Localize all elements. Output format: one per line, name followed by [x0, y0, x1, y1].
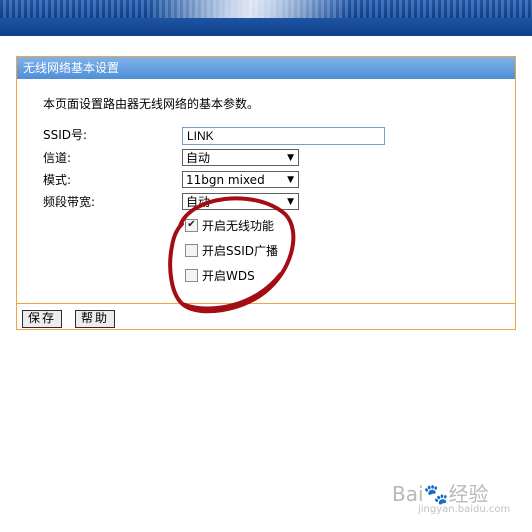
ssid-input[interactable]: LINK	[182, 127, 385, 145]
header-banner	[0, 0, 532, 36]
chevron-down-icon: ▼	[287, 153, 294, 163]
channel-row: 信道:	[43, 148, 163, 168]
channel-select[interactable]: 自动 ▼	[182, 149, 299, 166]
chevron-down-icon: ▼	[287, 175, 294, 185]
wds-row[interactable]: 开启WDS	[185, 267, 255, 285]
enable-wireless-checkbox[interactable]: ✔	[185, 219, 198, 232]
ssid-broadcast-label: 开启SSID广播	[202, 244, 279, 258]
wds-label: 开启WDS	[202, 269, 255, 283]
paw-icon: 🐾	[423, 482, 449, 506]
ssid-broadcast-checkbox[interactable]	[185, 244, 198, 257]
mode-label: 模式:	[43, 173, 72, 187]
footer-divider	[17, 303, 515, 304]
bandwidth-select-value: 自动	[186, 195, 211, 209]
watermark-brand-suffix: 经验	[448, 482, 489, 506]
bandwidth-row: 频段带宽:	[43, 192, 163, 212]
bandwidth-select[interactable]: 自动 ▼	[182, 193, 299, 210]
help-button[interactable]: 帮助	[75, 310, 116, 328]
ssid-broadcast-row[interactable]: 开启SSID广播	[185, 242, 278, 260]
enable-wireless-label: 开启无线功能	[202, 219, 275, 233]
bandwidth-label: 频段带宽:	[43, 195, 96, 209]
watermark-url: jingyan.baidu.com	[418, 504, 511, 515]
panel-title: 无线网络基本设置	[17, 57, 515, 79]
enable-wireless-row[interactable]: ✔ 开启无线功能	[185, 217, 274, 235]
ssid-label: SSID号:	[43, 128, 88, 142]
mode-select-value: 11bgn mixed	[186, 173, 265, 187]
watermark-brand: Bai	[392, 482, 424, 506]
channel-select-value: 自动	[186, 151, 211, 165]
save-button[interactable]: 保存	[22, 310, 63, 328]
banner-highlight	[150, 0, 350, 18]
mode-row: 模式:	[43, 170, 163, 190]
wds-checkbox[interactable]	[185, 269, 198, 282]
channel-label: 信道:	[43, 151, 72, 165]
wireless-settings-panel: 无线网络基本设置 本页面设置路由器无线网络的基本参数。 SSID号: LINK …	[16, 56, 516, 330]
mode-select[interactable]: 11bgn mixed ▼	[182, 171, 299, 188]
panel-description: 本页面设置路由器无线网络的基本参数。	[43, 97, 260, 111]
chevron-down-icon: ▼	[287, 197, 294, 207]
ssid-row: SSID号:	[43, 125, 163, 145]
baidu-watermark: Bai🐾经验	[392, 478, 488, 507]
